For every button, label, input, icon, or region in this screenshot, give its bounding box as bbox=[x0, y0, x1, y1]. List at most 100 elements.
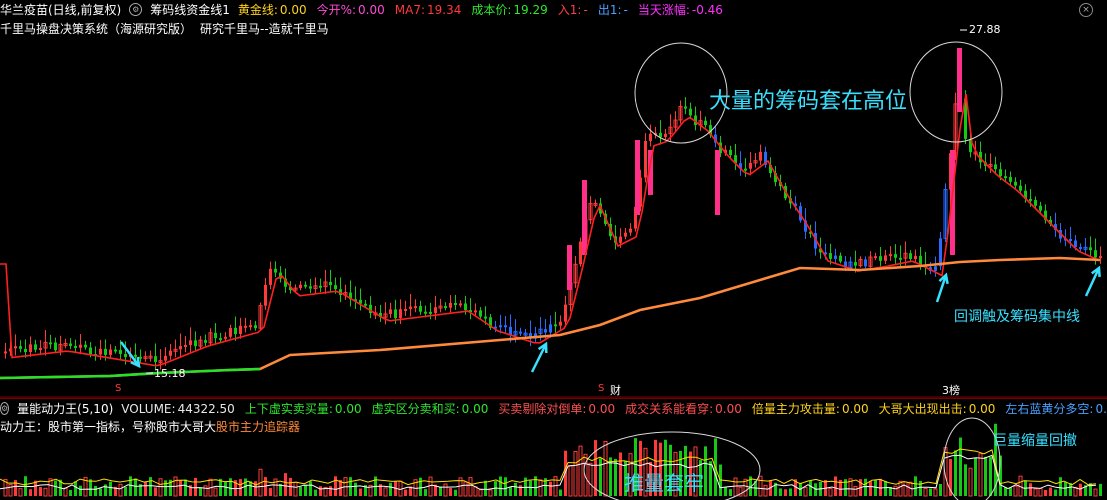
candle-body bbox=[1099, 256, 1102, 259]
volume-bar bbox=[1059, 477, 1062, 496]
header-field-value-5: - bbox=[623, 2, 628, 17]
volume-bar bbox=[614, 458, 617, 496]
candle-body bbox=[1029, 198, 1032, 201]
volume-bar bbox=[354, 482, 357, 496]
candle-body bbox=[499, 325, 502, 328]
volume-bar bbox=[869, 481, 872, 496]
candle-body bbox=[664, 133, 667, 138]
candle-body bbox=[649, 133, 652, 142]
candle-body bbox=[659, 132, 662, 138]
volume-bar bbox=[724, 487, 727, 496]
volume-bar bbox=[199, 487, 202, 496]
indicator-name[interactable]: 筹码线资金线1 bbox=[150, 1, 230, 18]
candle-body bbox=[479, 310, 482, 317]
volume-bar bbox=[149, 477, 152, 496]
candle-body bbox=[1094, 250, 1097, 258]
candle-body bbox=[839, 255, 842, 262]
volume-bar bbox=[329, 486, 332, 496]
volume-bar bbox=[803, 486, 808, 497]
close-icon[interactable]: × bbox=[1079, 3, 1093, 17]
volume-bar bbox=[874, 479, 877, 496]
volume-bar bbox=[758, 475, 763, 497]
volume-bar bbox=[919, 480, 922, 496]
volume-description: 动力王：股市第一指标，号称股市大哥大 股市主力追踪器 bbox=[0, 417, 1107, 435]
candle-body bbox=[299, 284, 302, 289]
volume-bar bbox=[154, 487, 157, 496]
settings-icon[interactable]: ⚙ bbox=[129, 2, 143, 16]
candle-body bbox=[554, 324, 557, 327]
candle-body bbox=[1009, 176, 1012, 182]
candle-body bbox=[829, 253, 832, 259]
volume-bar bbox=[603, 440, 608, 497]
volume-bar bbox=[293, 481, 298, 497]
volume-bar bbox=[449, 488, 452, 496]
candle-body bbox=[559, 321, 562, 326]
volume-bar bbox=[709, 461, 712, 496]
volume-desc-orange: 股市主力追踪器 bbox=[216, 419, 301, 434]
volume-bar bbox=[1099, 483, 1102, 496]
candle-body bbox=[394, 309, 397, 319]
candle-body bbox=[894, 254, 897, 258]
volume-bar bbox=[383, 487, 388, 497]
candle-body bbox=[239, 325, 242, 335]
volume-bar bbox=[124, 486, 127, 496]
candle-body bbox=[544, 329, 547, 333]
volume-bar bbox=[1038, 487, 1043, 497]
candle-body bbox=[619, 236, 622, 243]
settings-icon[interactable]: ⚙ bbox=[0, 401, 10, 415]
candle-body bbox=[24, 348, 27, 353]
volume-bar bbox=[8, 483, 13, 497]
volume-indicator-name[interactable]: 量能动力王(5,10) bbox=[17, 400, 113, 417]
volume-field-label-6: 大哥大出现出击: bbox=[878, 401, 967, 416]
candle-body bbox=[219, 338, 222, 341]
volume-bar bbox=[549, 481, 552, 496]
candle-body bbox=[154, 356, 157, 362]
candle-body bbox=[74, 345, 77, 348]
volume-bar bbox=[939, 484, 942, 496]
candle-body bbox=[214, 332, 217, 339]
price-panel-header: 华兰疫苗(日线,前复权) ⚙ 筹码线资金线1 黄金线: 0.00 今开%: 0.00 M… bbox=[0, 0, 1107, 18]
volume-bar bbox=[43, 487, 48, 497]
volume-bar bbox=[978, 453, 983, 497]
volume-bar bbox=[968, 467, 973, 497]
candle-body bbox=[914, 255, 917, 260]
volume-bar bbox=[299, 486, 302, 496]
volume-bar bbox=[29, 489, 32, 496]
volume-bar bbox=[733, 477, 738, 497]
candle-body bbox=[114, 349, 117, 352]
volume-bar bbox=[144, 481, 147, 496]
candle-body bbox=[389, 309, 392, 314]
candle-body bbox=[884, 255, 887, 261]
volume-bar bbox=[999, 455, 1002, 496]
marker-s2: S bbox=[598, 383, 605, 394]
header-field-label-2: MA7: bbox=[394, 2, 426, 17]
volume-bar bbox=[559, 489, 562, 496]
candle-body bbox=[264, 284, 267, 306]
volume-bar bbox=[54, 480, 57, 496]
candle-body bbox=[4, 351, 7, 354]
candle-body bbox=[49, 342, 52, 345]
volume-field-label-0: VOLUME: bbox=[121, 401, 176, 416]
volume-field-label-7: 左右蓝黄分多空: bbox=[1005, 401, 1094, 416]
candle-body bbox=[729, 149, 732, 156]
volume-bar bbox=[1009, 487, 1012, 496]
header-field-label-0: 黄金线: bbox=[237, 2, 278, 17]
cost-line-green bbox=[0, 367, 261, 380]
candle-body bbox=[319, 285, 322, 288]
volume-ma5 bbox=[0, 448, 1097, 486]
volume-bar bbox=[509, 486, 512, 496]
volume-bar bbox=[14, 480, 17, 496]
candle-body bbox=[564, 304, 567, 322]
candle-body bbox=[54, 342, 57, 351]
candle-body bbox=[184, 344, 187, 347]
header-field-label-4: 入1: bbox=[557, 2, 582, 17]
volume-bar bbox=[588, 462, 593, 497]
candle-body bbox=[124, 353, 127, 358]
candle-body bbox=[484, 316, 487, 319]
volume-bar bbox=[903, 481, 908, 497]
volume-bar bbox=[538, 479, 543, 497]
candle-body bbox=[509, 326, 512, 336]
candle-body bbox=[409, 306, 412, 310]
volume-bar bbox=[1079, 483, 1082, 496]
annotation-volume-trap: 推量套牢 bbox=[624, 471, 704, 495]
